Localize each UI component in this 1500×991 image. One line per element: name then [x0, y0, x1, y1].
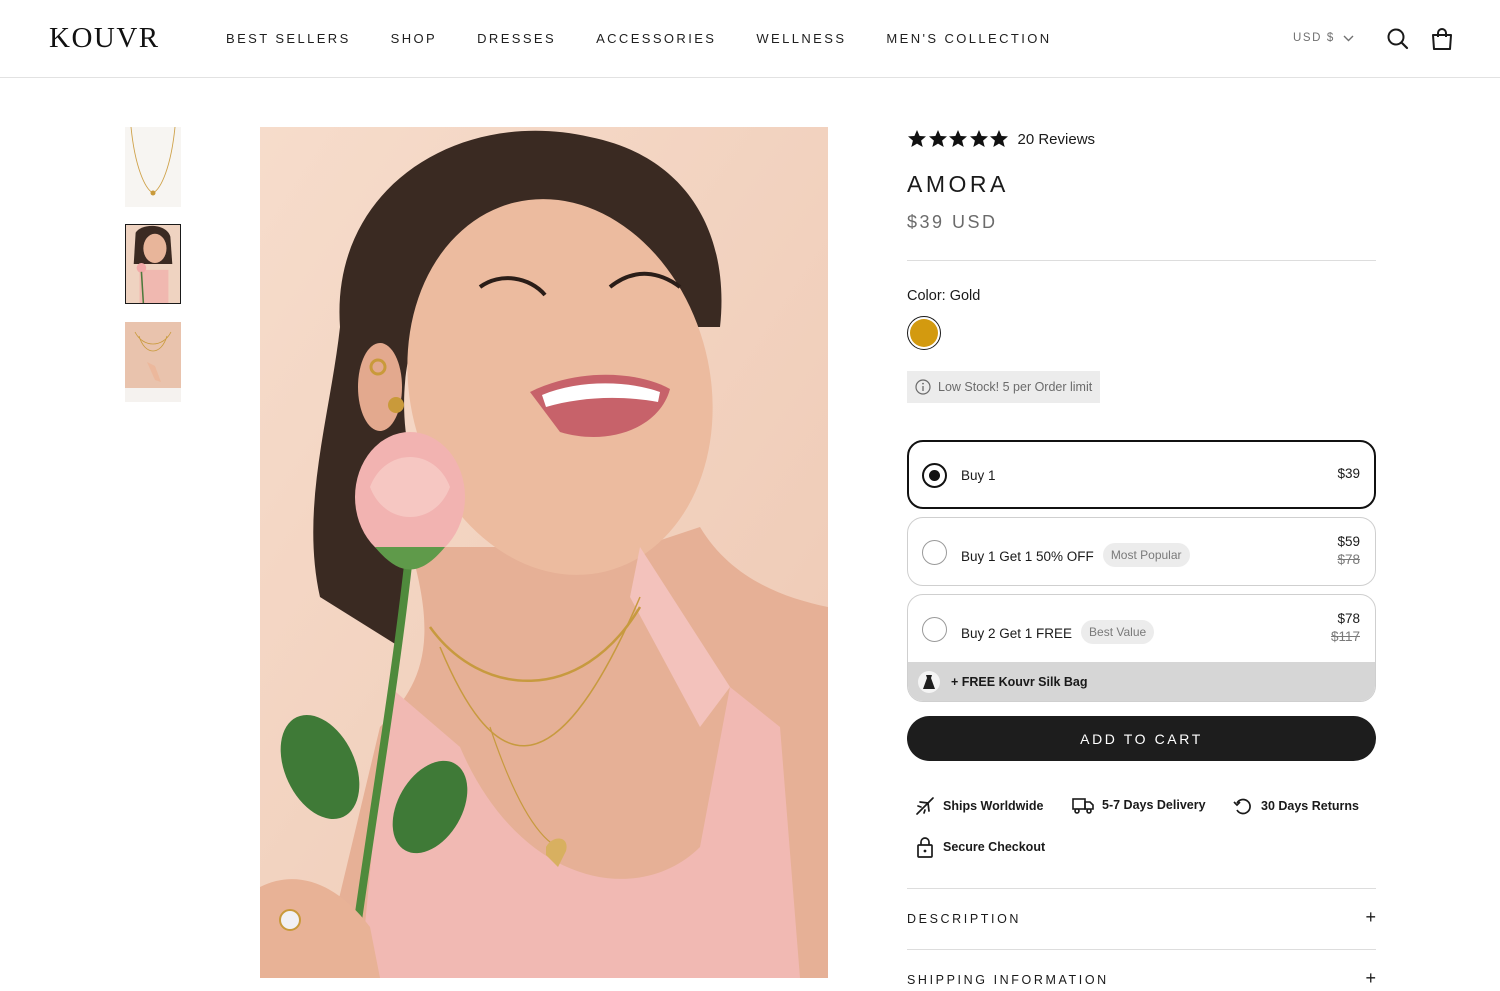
radio-unselected[interactable]: [922, 540, 947, 565]
currency-label: USD $: [1293, 32, 1335, 44]
brand-logo[interactable]: KOUVR: [49, 22, 160, 55]
star-rating: [907, 129, 1010, 149]
free-gift-banner: + FREE Kouvr Silk Bag: [908, 662, 1375, 701]
offer-price-old: $117: [1330, 629, 1360, 644]
offer-price-old: $78: [1337, 552, 1360, 567]
product-price: $39 USD: [907, 212, 998, 232]
stock-notice-text: Low Stock! 5 per Order limit: [938, 380, 1093, 394]
offer-label: Buy 1 Get 1 50% OFF Most Popular: [961, 543, 1190, 567]
star-icon: [908, 130, 926, 147]
offer-buy-1[interactable]: Buy 1 $39: [907, 440, 1376, 509]
offer-buy-1-get-1[interactable]: Buy 1 Get 1 50% OFF Most Popular $59 $78: [907, 517, 1376, 586]
radio-dot: [929, 470, 940, 481]
perk-text: Secure Checkout: [943, 840, 1046, 854]
accordion-label: SHIPPING INFORMATION: [907, 973, 1109, 987]
thumbnail-necklace[interactable]: [125, 127, 181, 207]
info-icon: [915, 379, 931, 395]
color-swatch-gold[interactable]: [907, 316, 941, 350]
offer-label: Buy 1: [961, 468, 996, 483]
offer-label-text: Buy 1 Get 1 50% OFF: [961, 548, 1094, 564]
offer-price-current: $78: [1337, 611, 1360, 626]
product-info: 20 Reviews AMORA $39 USD Color: Gold Low…: [907, 127, 1376, 403]
main-nav: BEST SELLERS SHOP DRESSES ACCESSORIES WE…: [226, 31, 1092, 46]
offer-price: $39: [1337, 466, 1360, 481]
perk-text: 30 Days Returns: [1261, 799, 1359, 813]
bag-icon[interactable]: [1429, 26, 1455, 52]
product-title: AMORA: [907, 171, 1009, 197]
perk-text: 5-7 Days Delivery: [1102, 798, 1206, 812]
star-icon: [969, 130, 988, 147]
airplane-icon: [916, 797, 934, 815]
nav-item-best-sellers[interactable]: BEST SELLERS: [226, 31, 351, 46]
bundle-offers: Buy 1 $39 Buy 1 Get 1 50% OFF Most Popul…: [907, 440, 1376, 710]
nav-item-accessories[interactable]: ACCESSORIES: [596, 31, 716, 46]
star-icon: [949, 130, 967, 147]
badge-most-popular: Most Popular: [1102, 543, 1190, 567]
product-main-image: [260, 127, 828, 978]
badge-best-value: Best Value: [1081, 620, 1155, 644]
accordion-label: DESCRIPTION: [907, 912, 1022, 926]
plus-icon: +: [1365, 907, 1376, 927]
color-label: Color: Gold: [907, 288, 981, 304]
offer-label-text: Buy 2 Get 1 FREE: [961, 625, 1073, 641]
nav-item-mens-collection[interactable]: MEN'S COLLECTION: [886, 31, 1051, 46]
free-gift-text: + FREE Kouvr Silk Bag: [951, 674, 1088, 689]
reviews-count[interactable]: 20 Reviews: [1018, 131, 1096, 148]
offer-buy-2-get-1[interactable]: Buy 2 Get 1 FREE Best Value $78 $117 + F…: [907, 594, 1376, 702]
nav-item-dresses[interactable]: DRESSES: [477, 31, 556, 46]
offer-price-current: $59: [1337, 534, 1360, 549]
perk-delivery: 5-7 Days Delivery: [1072, 796, 1206, 814]
offer-label-text: Buy 1: [961, 468, 996, 483]
accordion-shipping-information[interactable]: SHIPPING INFORMATION +: [907, 949, 1376, 991]
star-icon: [990, 130, 1008, 147]
thumbnail-model[interactable]: [125, 224, 181, 304]
return-icon: [1233, 798, 1251, 815]
offer-price: $59 $78: [1337, 534, 1360, 567]
nav-item-wellness[interactable]: WELLNESS: [756, 31, 846, 46]
silk-bag-icon: [918, 670, 940, 693]
perk-secure-checkout: Secure Checkout: [915, 836, 1045, 858]
divider: [907, 260, 1376, 261]
radio-unselected[interactable]: [922, 617, 947, 642]
add-to-cart-button[interactable]: ADD TO CART: [907, 716, 1376, 761]
stock-notice: Low Stock! 5 per Order limit: [907, 371, 1101, 403]
perk-ships-worldwide: Ships Worldwide: [915, 796, 1043, 816]
thumbnail-closeup[interactable]: [125, 322, 181, 402]
perk-returns: 30 Days Returns: [1233, 796, 1359, 816]
search-icon[interactable]: [1385, 26, 1411, 52]
lock-icon: [917, 837, 933, 858]
offer-price-current: $39: [1337, 466, 1360, 481]
offer-price: $78 $117: [1331, 611, 1360, 644]
currency-selector[interactable]: USD $: [1293, 32, 1354, 44]
swatch-fill: [910, 319, 938, 347]
offer-label: Buy 2 Get 1 FREE Best Value: [961, 620, 1155, 644]
radio-selected[interactable]: [922, 463, 947, 488]
product-rating[interactable]: 20 Reviews: [907, 127, 1376, 151]
truck-icon: [1072, 798, 1094, 814]
accordion-description[interactable]: DESCRIPTION +: [907, 888, 1376, 949]
perk-text: Ships Worldwide: [943, 799, 1044, 813]
nav-item-shop[interactable]: SHOP: [391, 31, 437, 46]
plus-icon: +: [1365, 968, 1376, 988]
site-header: KOUVR BEST SELLERS SHOP DRESSES ACCESSOR…: [0, 0, 1500, 78]
chevron-down-icon: [1343, 35, 1354, 41]
star-icon: [928, 130, 947, 147]
